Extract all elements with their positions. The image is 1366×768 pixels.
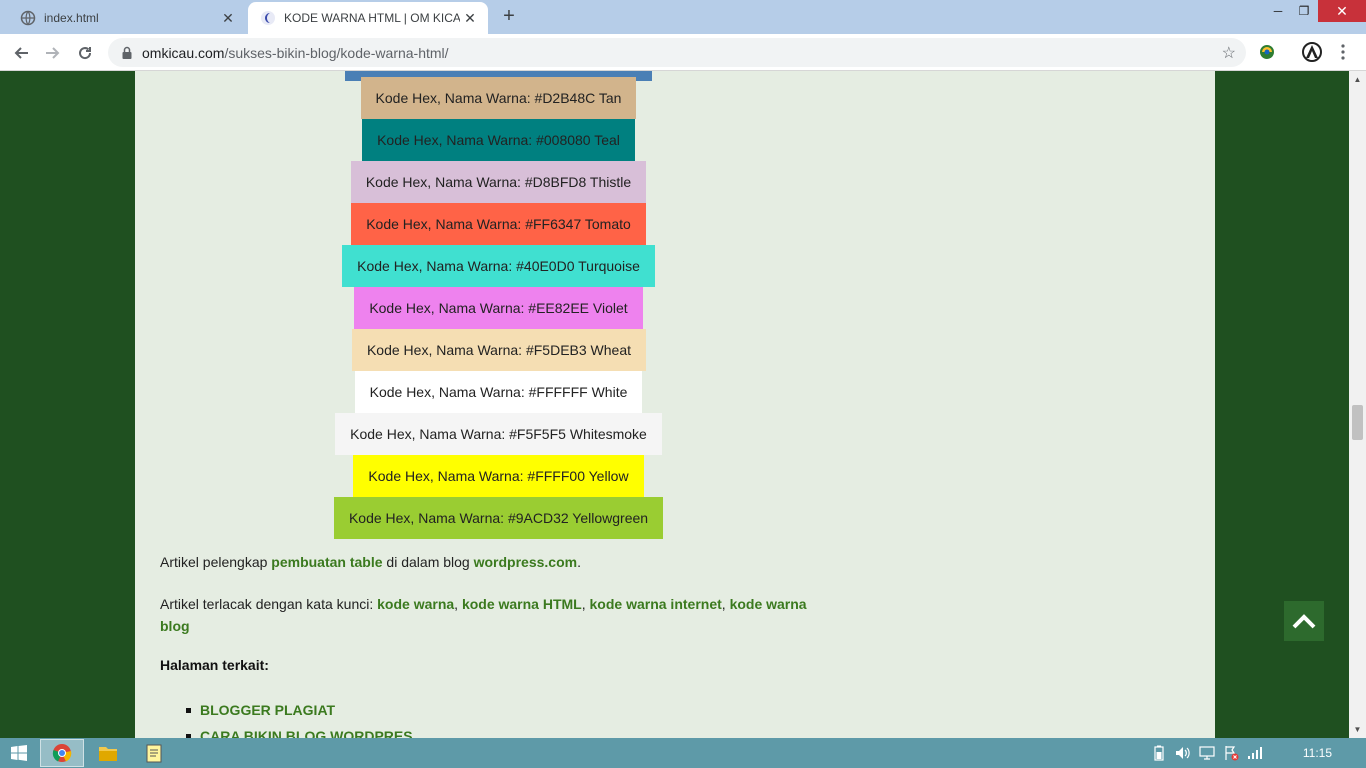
extension-icon[interactable] <box>1257 42 1277 62</box>
reload-button[interactable] <box>72 40 98 66</box>
related-pages-list: BLOGGER PLAGIAT CARA BIKIN BLOG WORDPRES <box>180 699 413 738</box>
scroll-down-arrow-icon[interactable]: ▼ <box>1349 721 1366 738</box>
globe-icon <box>20 10 36 26</box>
swatch-teal: Kode Hex, Nama Warna: #008080 Teal <box>362 119 635 161</box>
address-bar[interactable]: omkicau.com/sukses-bikin-blog/kode-warna… <box>108 38 1246 67</box>
close-icon[interactable]: ✕ <box>218 8 238 28</box>
back-button[interactable] <box>8 40 34 66</box>
close-icon[interactable]: ✕ <box>460 8 480 28</box>
windows-taskbar: 11:15 <box>0 738 1366 768</box>
chrome-taskbar-icon[interactable] <box>40 739 84 767</box>
vertical-scrollbar[interactable]: ▲ ▼ <box>1349 71 1366 738</box>
tab-title: index.html <box>44 11 99 25</box>
swatch-wheat: Kode Hex, Nama Warna: #F5DEB3 Wheat <box>352 329 646 371</box>
scrollbar-thumb[interactable] <box>1352 405 1363 440</box>
flag-alert-icon[interactable] <box>1221 743 1241 763</box>
related-link-cara-bikin-blog[interactable]: CARA BIKIN BLOG WORDPRES <box>180 725 413 738</box>
swatch-yellow: Kode Hex, Nama Warna: #FFFF00 Yellow <box>353 455 644 497</box>
swatch-turquoise: Kode Hex, Nama Warna: #40E0D0 Turquoise <box>342 245 655 287</box>
tab-strip: index.html ✕ KODE WARNA HTML | OM KICAU … <box>0 0 1366 34</box>
bookmark-star-icon[interactable]: ☆ <box>1222 43 1236 63</box>
signal-bars-icon[interactable] <box>1245 743 1265 763</box>
tab-title: KODE WARNA HTML | OM KICAU <box>284 11 460 25</box>
link-kode-warna-internet[interactable]: kode warna internet <box>590 596 722 612</box>
link-kode-warna[interactable]: kode warna <box>377 596 454 612</box>
link-pembuatan-table[interactable]: pembuatan table <box>271 554 382 570</box>
profile-avatar-icon[interactable] <box>1302 42 1322 62</box>
minimize-icon[interactable]: ─ <box>1264 0 1292 22</box>
lock-icon[interactable] <box>120 46 134 60</box>
article-content: Kode Hex, Nama Warna: #D2B48C Tan Kode H… <box>135 71 1215 738</box>
tab-index[interactable]: index.html ✕ <box>8 2 246 34</box>
tab-kode-warna[interactable]: KODE WARNA HTML | OM KICAU ✕ <box>248 2 488 34</box>
paragraph-keywords: Artikel terlacak dengan kata kunci: kode… <box>160 596 807 634</box>
system-tray: 11:15 <box>1145 738 1366 768</box>
swatch-yellowgreen: Kode Hex, Nama Warna: #9ACD32 Yellowgree… <box>334 497 663 539</box>
swatch-tan: Kode Hex, Nama Warna: #D2B48C Tan <box>361 77 636 119</box>
related-pages-heading: Halaman terkait: <box>160 657 269 673</box>
taskbar-clock[interactable]: 11:15 <box>1303 746 1332 760</box>
link-wordpress[interactable]: wordpress.com <box>474 554 577 570</box>
battery-icon[interactable] <box>1149 743 1169 763</box>
network-monitor-icon[interactable] <box>1197 743 1217 763</box>
chevron-up-icon <box>1292 614 1316 629</box>
volume-icon[interactable] <box>1173 743 1193 763</box>
new-tab-button[interactable]: + <box>498 6 520 28</box>
window-close-button[interactable]: ✕ <box>1318 0 1366 22</box>
site-favicon-icon <box>260 10 276 26</box>
swatch-violet: Kode Hex, Nama Warna: #EE82EE Violet <box>354 287 643 329</box>
swatch-thistle: Kode Hex, Nama Warna: #D8BFD8 Thistle <box>351 161 646 203</box>
windows-start-icon[interactable] <box>0 738 38 768</box>
browser-toolbar: omkicau.com/sukses-bikin-blog/kode-warna… <box>0 34 1366 71</box>
link-kode-warna-html[interactable]: kode warna HTML <box>462 596 582 612</box>
notepad-taskbar-icon[interactable] <box>132 739 176 767</box>
swatch-whitesmoke: Kode Hex, Nama Warna: #F5F5F5 Whitesmoke <box>335 413 662 455</box>
restore-icon[interactable]: ❐ <box>1290 0 1318 22</box>
menu-dots-icon[interactable] <box>1333 42 1353 62</box>
scroll-to-top-button[interactable] <box>1284 601 1324 641</box>
url-text: omkicau.com/sukses-bikin-blog/kode-warna… <box>142 44 449 61</box>
file-explorer-taskbar-icon[interactable] <box>86 739 130 767</box>
page-viewport: Kode Hex, Nama Warna: #D2B48C Tan Kode H… <box>0 71 1349 738</box>
related-link-blogger-plagiat[interactable]: BLOGGER PLAGIAT <box>180 699 413 725</box>
paragraph-related-article: Artikel pelengkap pembuatan table di dal… <box>160 554 581 570</box>
swatch-white: Kode Hex, Nama Warna: #FFFFFF White <box>355 371 642 413</box>
swatch-tomato: Kode Hex, Nama Warna: #FF6347 Tomato <box>351 203 646 245</box>
scroll-up-arrow-icon[interactable]: ▲ <box>1349 71 1366 88</box>
forward-button[interactable] <box>40 40 66 66</box>
